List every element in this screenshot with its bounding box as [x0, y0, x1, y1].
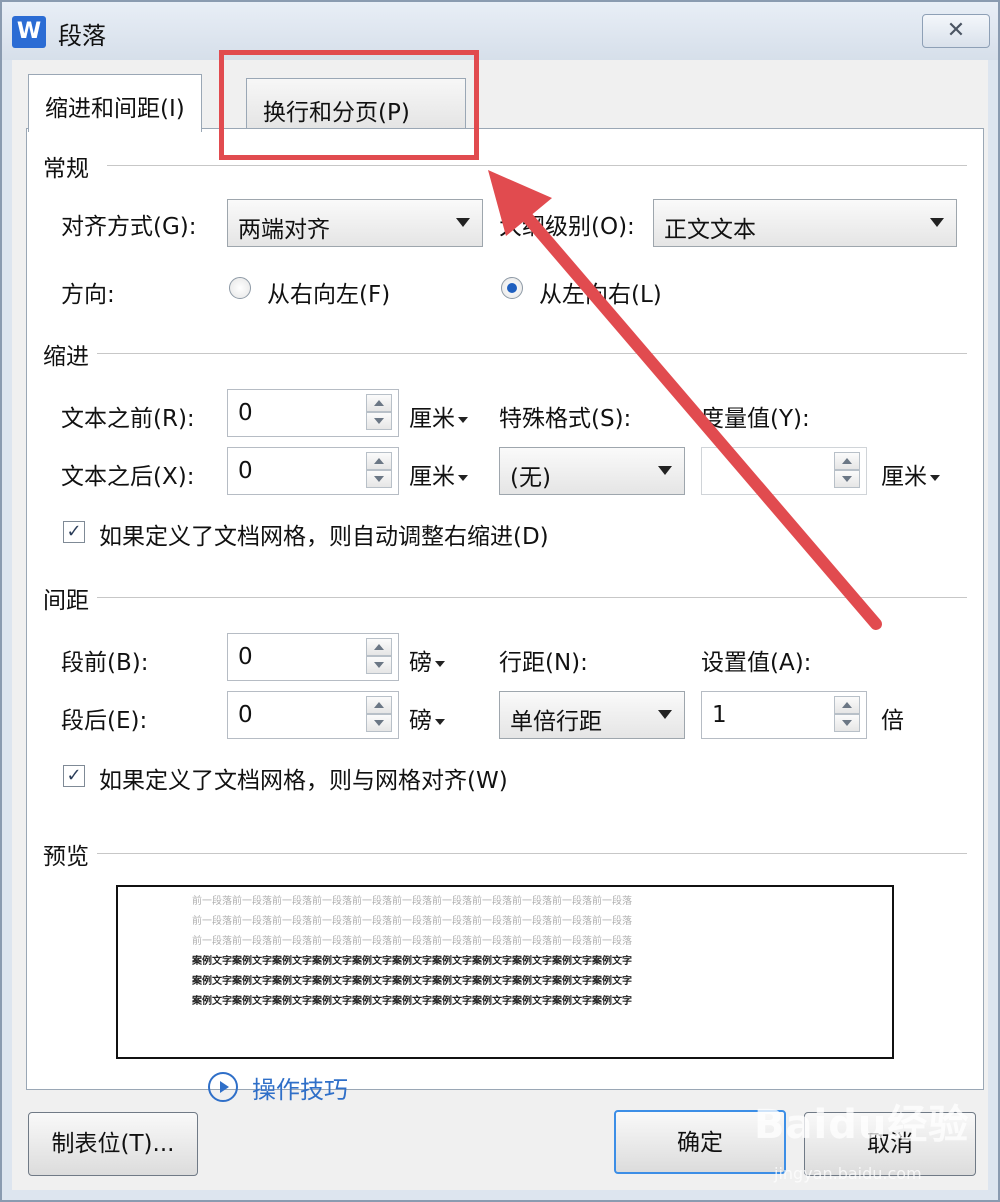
baidu-watermark: Baidu经验 — [754, 1102, 970, 1148]
baidu-watermark-url: jingyan.baidu.com — [774, 1164, 922, 1183]
annotation-arrow — [488, 170, 882, 630]
arrow-shaft — [510, 198, 882, 630]
